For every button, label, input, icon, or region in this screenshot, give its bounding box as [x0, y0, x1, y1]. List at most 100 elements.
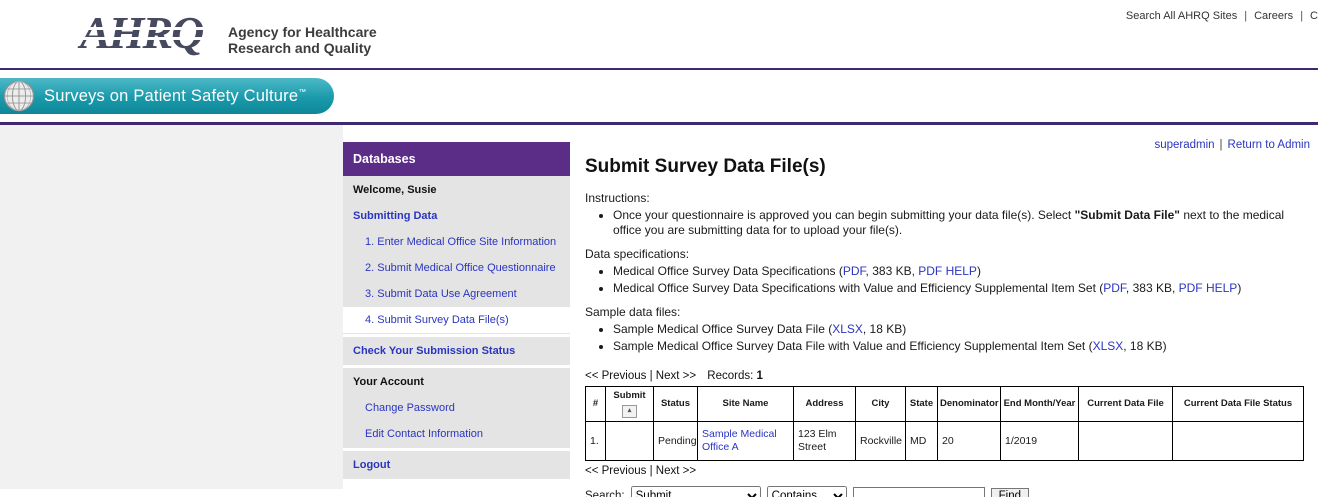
spec-text: , 383 KB, [866, 264, 919, 278]
search-label: Search: [585, 489, 625, 497]
cell-current-data-file [1079, 422, 1173, 461]
xlsx-link[interactable]: XLSX [1093, 339, 1124, 353]
sidebar: Databases Welcome, Susie Submitting Data… [343, 142, 570, 479]
cell-end-month-year: 1/2019 [1001, 422, 1079, 461]
sidebar-section-account: Your Account Change Password Edit Contac… [343, 368, 570, 448]
sidebar-item-submitting-data[interactable]: Submitting Data [343, 203, 570, 229]
instructions-heading: Instructions: [585, 191, 1314, 206]
search-operator-select[interactable]: Contains [767, 486, 847, 497]
link-separator: | [1300, 10, 1303, 22]
top-nav: Search All AHRQ Sites | Careers | C [1126, 10, 1318, 22]
find-button[interactable]: Find [991, 488, 1029, 497]
sample-text: Sample Medical Office Survey Data File ( [613, 322, 832, 336]
previous-link[interactable]: << Previous [585, 465, 646, 477]
col-header-site-name: Site Name [698, 387, 794, 422]
next-link[interactable]: Next >> [656, 465, 696, 477]
col-header-address: Address [794, 387, 856, 422]
records-label: Records: [707, 370, 753, 382]
instruction-text-pre: Once your questionnaire is approved you … [613, 208, 1075, 222]
spec-bullet: Medical Office Survey Data Specification… [613, 281, 1314, 296]
site-name-link[interactable]: Sample Medical Office A [702, 428, 777, 453]
pagination-separator: | [650, 465, 653, 477]
admin-bar: superadmin | Return to Admin [1154, 139, 1310, 151]
cell-city: Rockville [856, 422, 906, 461]
logo-stripe [76, 27, 216, 30]
pagination-separator: | [650, 370, 653, 382]
sidebar-item-edit-contact[interactable]: Edit Contact Information [343, 421, 570, 447]
pdf-help-link[interactable]: PDF HELP [918, 264, 977, 278]
col-header-current-data-file: Current Data File [1079, 387, 1173, 422]
superadmin-link[interactable]: superadmin [1154, 139, 1214, 151]
sidebar-section-submitting: Welcome, Susie Submitting Data 1. Enter … [343, 176, 570, 334]
link-separator: | [1244, 10, 1247, 22]
col-header-state: State [906, 387, 938, 422]
col-header-current-data-file-status: Current Data File Status [1173, 387, 1304, 422]
sidebar-section-logout: Logout [343, 451, 570, 479]
cell-submit [606, 422, 654, 461]
top-link-search-all[interactable]: Search All AHRQ Sites [1126, 10, 1237, 22]
sample-text: Sample Medical Office Survey Data File w… [613, 339, 1093, 353]
pagination-top: << Previous | Next >> Records: 1 [585, 369, 1314, 383]
sample-files-heading: Sample data files: [585, 305, 1314, 320]
sidebar-item-step-3[interactable]: 3. Submit Data Use Agreement [343, 281, 570, 307]
ahrq-logo-text: AHRQ [80, 7, 202, 58]
col-header-status: Status [654, 387, 698, 422]
next-link[interactable]: Next >> [656, 370, 696, 382]
sidebar-item-step-4-current[interactable]: 4. Submit Survey Data File(s) [343, 307, 570, 333]
ahrq-logo[interactable]: AHRQ [80, 6, 220, 62]
sidebar-item-step-1[interactable]: 1. Enter Medical Office Site Information [343, 229, 570, 255]
cell-status: Pending [654, 422, 698, 461]
cell-address: 123 Elm Street [794, 422, 856, 461]
sidebar-item-check-status[interactable]: Check Your Submission Status [343, 338, 570, 364]
pdf-link[interactable]: PDF [843, 264, 866, 278]
site-header: AHRQ Agency for Healthcare Research and … [0, 0, 1318, 68]
top-link-careers[interactable]: Careers [1254, 10, 1293, 22]
search-input[interactable] [853, 487, 985, 497]
pagination-bottom: << Previous | Next >> [585, 464, 1314, 478]
spec-bullet: Medical Office Survey Data Specification… [613, 264, 1314, 279]
cell-denominator: 20 [938, 422, 1001, 461]
agency-name: Agency for Healthcare Research and Quali… [228, 24, 377, 56]
your-account-label: Your Account [343, 369, 570, 395]
cell-state: MD [906, 422, 938, 461]
col-header-end-month-year: End Month/Year [1001, 387, 1079, 422]
main-area: superadmin | Return to Admin Databases Wel… [0, 125, 1318, 497]
cell-num: 1. [586, 422, 606, 461]
logo-stripe [76, 37, 216, 40]
page: AHRQ Agency for Healthcare Research and … [0, 0, 1318, 497]
col-header-submit-label: Submit [608, 390, 651, 402]
agency-name-line1: Agency for Healthcare [228, 24, 377, 40]
globe-icon [3, 80, 35, 112]
sample-bullet: Sample Medical Office Survey Data File w… [613, 339, 1314, 354]
top-link-clipped[interactable]: C [1310, 10, 1318, 22]
sample-bullet: Sample Medical Office Survey Data File (… [613, 322, 1314, 337]
sidebar-item-step-2[interactable]: 2. Submit Medical Office Questionnaire [343, 255, 570, 281]
sidebar-item-change-password[interactable]: Change Password [343, 395, 570, 421]
col-header-submit: Submit ▴ [606, 387, 654, 422]
spec-text: Medical Office Survey Data Specification… [613, 264, 843, 278]
pdf-help-link[interactable]: PDF HELP [1179, 281, 1238, 295]
cell-site-name: Sample Medical Office A [698, 422, 794, 461]
data-specs-list: Medical Office Survey Data Specification… [585, 264, 1314, 296]
xlsx-link[interactable]: XLSX [832, 322, 863, 336]
welcome-text: Welcome, Susie [343, 177, 570, 203]
sidebar-item-logout[interactable]: Logout [343, 452, 570, 478]
submissions-table: # Submit ▴ Status Site Name Address City… [585, 386, 1304, 461]
admin-separator: | [1220, 139, 1223, 151]
pdf-link[interactable]: PDF [1103, 281, 1126, 295]
search-field-select[interactable]: Submit [631, 486, 761, 497]
trademark-symbol: ™ [298, 87, 306, 96]
spec-text: ) [1237, 281, 1241, 295]
previous-link[interactable]: << Previous [585, 370, 646, 382]
spec-text: , 383 KB, [1126, 281, 1179, 295]
spec-text: Medical Office Survey Data Specification… [613, 281, 1103, 295]
data-specs-heading: Data specifications: [585, 247, 1314, 262]
left-gutter [0, 125, 343, 489]
return-to-admin-link[interactable]: Return to Admin [1228, 139, 1310, 151]
col-header-denominator: Denominator [938, 387, 1001, 422]
sidebar-header: Databases [343, 142, 570, 176]
table-row: 1. Pending Sample Medical Office A 123 E… [586, 422, 1304, 461]
sample-text: , 18 KB) [863, 322, 906, 336]
col-header-num: # [586, 387, 606, 422]
sort-icon[interactable]: ▴ [622, 405, 637, 418]
